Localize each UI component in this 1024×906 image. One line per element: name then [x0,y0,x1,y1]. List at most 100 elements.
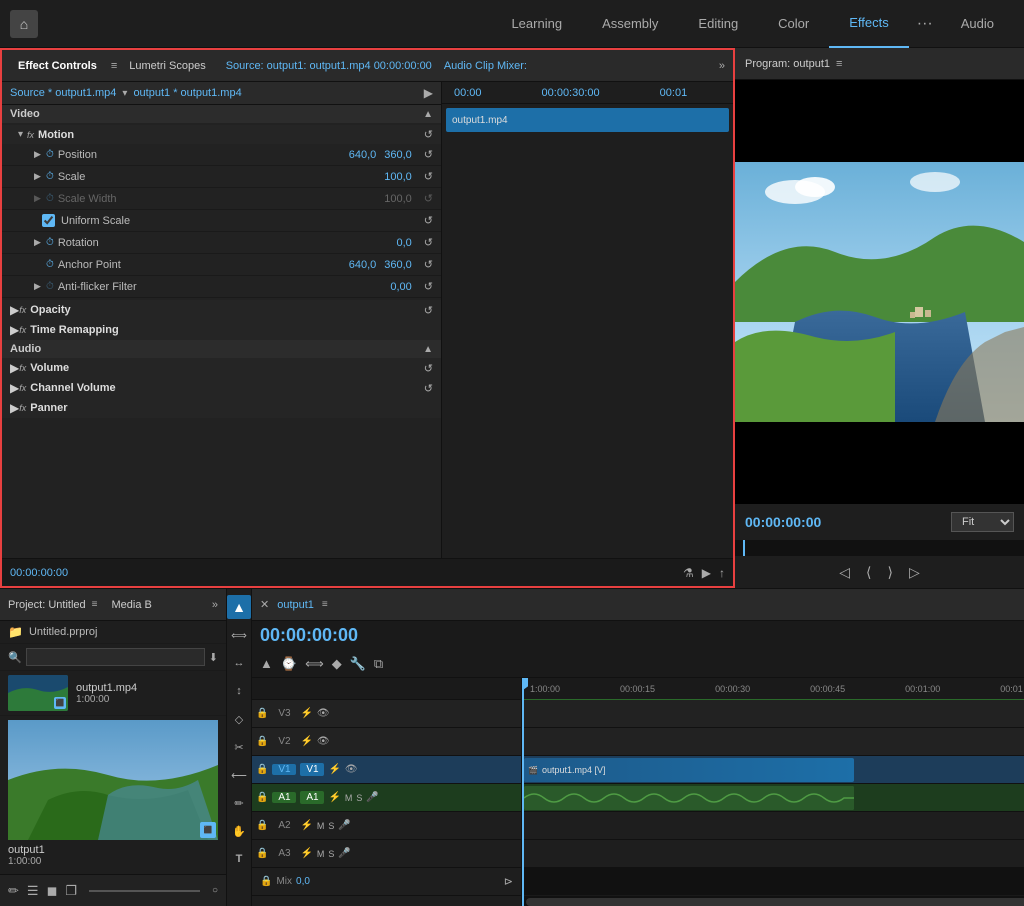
a3-label[interactable]: A3 [272,848,296,859]
v2-sync-icon[interactable]: ⚡ [300,736,312,747]
source-chevron-icon[interactable]: ▾ [122,88,127,99]
program-mark-in-icon[interactable]: ◁ [839,564,850,581]
panner-effect-header[interactable]: ▶ fx Panner [2,398,441,418]
volume-expand-icon[interactable]: ▶ [10,361,19,375]
opacity-effect-header[interactable]: ▶ fx Opacity ↺ [2,300,441,320]
v2-lock-icon[interactable]: 🔒 [256,736,268,747]
motion-effect-header[interactable]: ▾ fx Motion ↺ [2,125,441,144]
track-select-tool-button[interactable]: ⟺ [227,623,251,647]
timeline-captions-icon[interactable]: ⧉ [374,656,383,672]
tab-color[interactable]: Color [758,0,829,48]
v3-eye-icon[interactable]: 👁 [317,708,330,719]
panner-expand-icon[interactable]: ▶ [10,401,19,415]
a1-track-name[interactable]: A1 [300,791,324,804]
hand-tool-button[interactable]: ✋ [227,819,251,843]
program-monitor-menu-icon[interactable]: ≡ [836,58,842,70]
panel-double-arrow[interactable]: » [719,60,725,72]
anchor-y-value[interactable]: 360,0 [384,259,412,271]
a1-solo-btn[interactable]: S [356,793,362,803]
type-tool-button[interactable]: T [227,847,251,871]
tab-effects[interactable]: Effects [829,0,909,48]
position-expand-icon[interactable]: ▶ [34,149,42,160]
channel-vol-reset-icon[interactable]: ↺ [424,382,433,395]
timeline-clips-area[interactable]: 1:00:00 00:00:15 00:00:30 00:00:45 00:01… [522,678,1024,906]
razor-tool-button[interactable]: ✂ [227,735,251,759]
a1-mute-btn[interactable]: M [345,793,353,803]
a3-mic-icon[interactable]: 🎤 [338,848,350,859]
timeline-scroll-handle[interactable] [526,898,1024,906]
v3-lock-icon[interactable]: 🔒 [256,708,268,719]
ingest-icon[interactable]: ⬇ [209,651,218,664]
timeline-menu-icon[interactable]: ≡ [322,599,328,610]
mix-value[interactable]: 0,0 [296,876,310,887]
clip-track-a3[interactable] [522,840,1024,868]
project-search-input[interactable] [26,648,205,666]
scale-stopwatch-icon[interactable]: ⏱ [46,171,54,182]
media-browser-tab[interactable]: Media B [112,599,152,611]
rolling-edit-tool-button[interactable]: ↕ [227,679,251,703]
anchor-x-value[interactable]: 640,0 [349,259,377,271]
scale-expand-icon[interactable]: ▶ [34,171,42,182]
a3-lock-icon[interactable]: 🔒 [256,848,268,859]
v3-label[interactable]: V3 [272,708,296,719]
project-double-arrow[interactable]: » [212,599,218,611]
effect-controls-menu-icon[interactable]: ≡ [111,60,117,72]
video-scroll-up-icon[interactable]: ▲ [423,109,433,120]
motion-reset-icon[interactable]: ↺ [424,128,433,141]
new-item-icon[interactable]: ✏ [8,883,19,899]
media-item-large[interactable]: ⬛ output1 1:00:00 [0,716,226,871]
mix-lock-icon[interactable]: 🔒 [260,876,272,887]
position-reset-icon[interactable]: ↺ [424,148,433,161]
timeline-selection-tool-icon[interactable]: ▲ [260,656,273,671]
source-clip-name[interactable]: Source * output1.mp4 [10,87,116,99]
selection-tool-button[interactable]: ▲ [227,595,251,619]
v1-label[interactable]: V1 [272,764,296,775]
a3-mute-btn[interactable]: M [317,849,325,859]
v1-sync-icon[interactable]: ⚡ [328,764,340,775]
tab-audio[interactable]: Audio [941,0,1014,48]
play-icon[interactable]: ▶ [702,566,711,580]
position-y-value[interactable]: 360,0 [384,149,412,161]
position-x-value[interactable]: 640,0 [349,149,377,161]
zoom-slider[interactable] [89,890,200,892]
time-remap-expand-icon[interactable]: ▶ [10,323,19,337]
anchor-reset-icon[interactable]: ↺ [424,258,433,271]
channel-vol-expand-icon[interactable]: ▶ [10,381,19,395]
antiflicker-expand-icon[interactable]: ▶ [34,281,42,292]
program-timecode[interactable]: 00:00:00:00 [745,514,821,530]
uniform-scale-checkbox[interactable] [42,214,55,227]
a1-mic-icon[interactable]: 🎤 [366,792,378,803]
program-prev-frame-icon[interactable]: ⟨ [866,564,871,581]
opacity-reset-icon[interactable]: ↺ [424,304,433,317]
freeform-view-icon[interactable]: ❐ [65,883,77,899]
project-menu-icon[interactable]: ≡ [92,599,98,610]
a1-lock-icon[interactable]: 🔒 [256,792,268,803]
program-next-frame-icon[interactable]: ⟩ [888,564,893,581]
tab-editing[interactable]: Editing [678,0,758,48]
opacity-expand-icon[interactable]: ▶ [10,303,19,317]
mix-end-icon[interactable]: ⊳ [504,875,513,888]
rate-stretch-tool-button[interactable]: ◇ [227,707,251,731]
clip-track-a1[interactable] [522,784,1024,812]
a2-lock-icon[interactable]: 🔒 [256,820,268,831]
audio-scroll-up-icon[interactable]: ▲ [423,344,433,355]
timeline-scroll-bar[interactable] [522,896,1024,906]
volume-effect-header[interactable]: ▶ fx Volume ↺ [2,358,441,378]
slip-tool-button[interactable]: ⟵ [227,763,251,787]
a1-label[interactable]: A1 [272,792,296,803]
antiflicker-reset-icon[interactable]: ↺ [424,280,433,293]
home-button[interactable]: ⌂ [10,10,38,38]
a2-solo-btn[interactable]: S [328,821,334,831]
program-timeline-scrub[interactable] [735,540,1024,556]
v1-lock-icon[interactable]: 🔒 [256,764,268,775]
anchor-stopwatch-icon[interactable]: ⏱ [46,259,54,270]
a2-label[interactable]: A2 [272,820,296,831]
tab-effect-controls[interactable]: Effect Controls [10,58,105,74]
v1-eye-icon[interactable]: 👁 [345,764,358,775]
timeline-timecode[interactable]: 00:00:00:00 [252,621,1024,650]
tab-lumetri-scopes[interactable]: Lumetri Scopes [121,58,213,74]
v2-eye-icon[interactable]: 👁 [317,736,330,747]
v2-label[interactable]: V2 [272,736,296,747]
timeline-settings-icon[interactable]: 🔧 [350,656,366,672]
channel-volume-effect-header[interactable]: ▶ fx Channel Volume ↺ [2,378,441,398]
